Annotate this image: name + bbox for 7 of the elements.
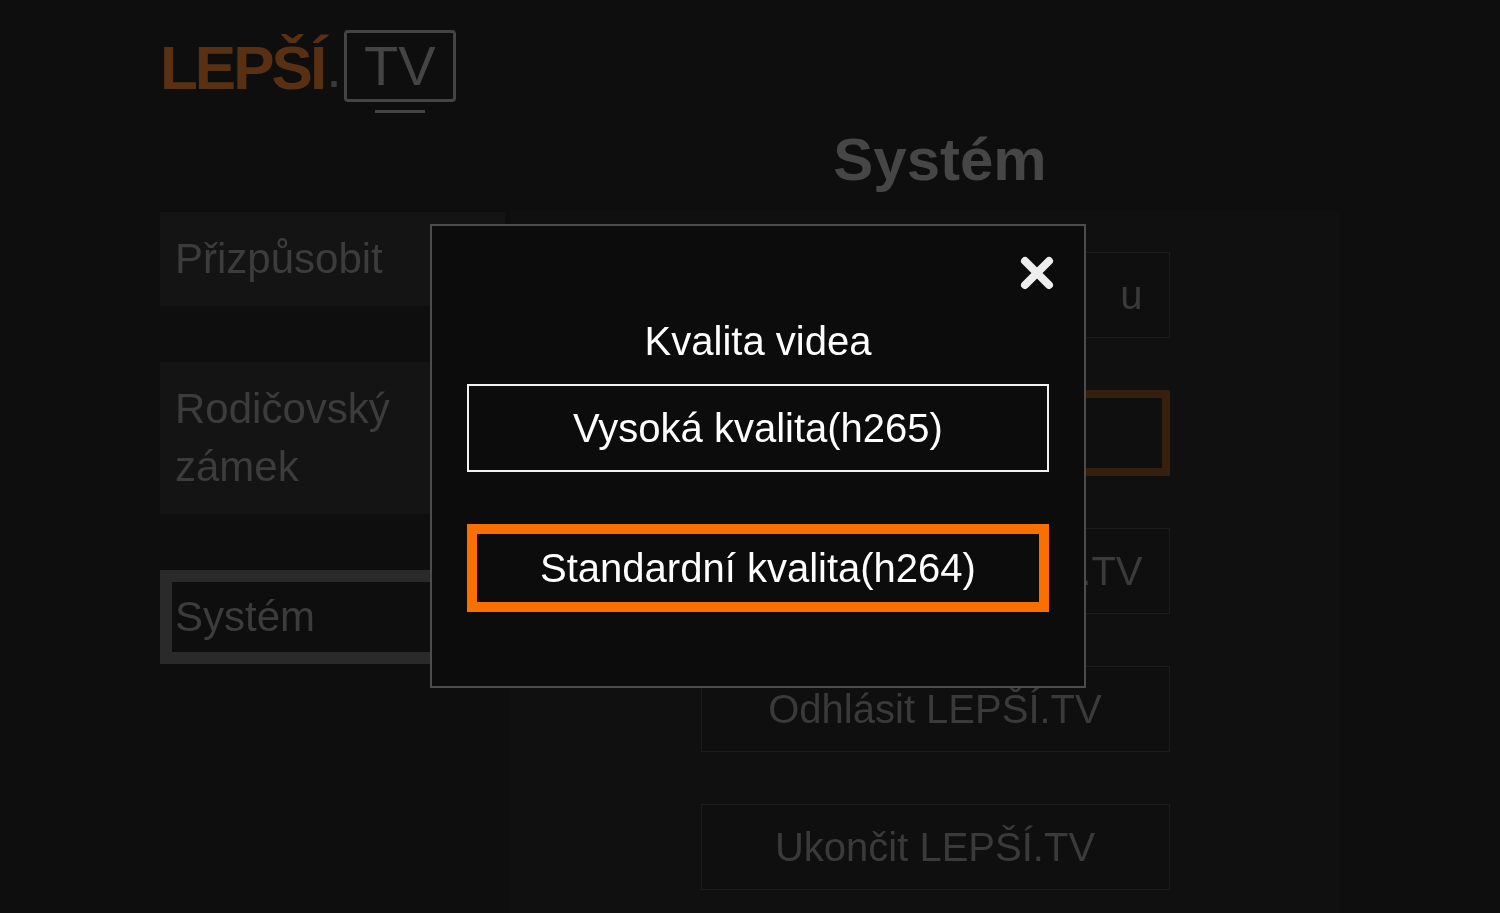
dialog-title: Kvalita videa: [644, 318, 872, 364]
quality-option[interactable]: Vysoká kvalita(h265): [467, 384, 1049, 472]
quality-option[interactable]: Standardní kvalita(h264): [467, 524, 1049, 612]
logo-dot: .: [326, 36, 342, 101]
logo-wordmark: LEPŠÍ: [160, 32, 325, 104]
page-title: Systém: [832, 125, 1048, 194]
close-icon[interactable]: [1020, 256, 1054, 290]
